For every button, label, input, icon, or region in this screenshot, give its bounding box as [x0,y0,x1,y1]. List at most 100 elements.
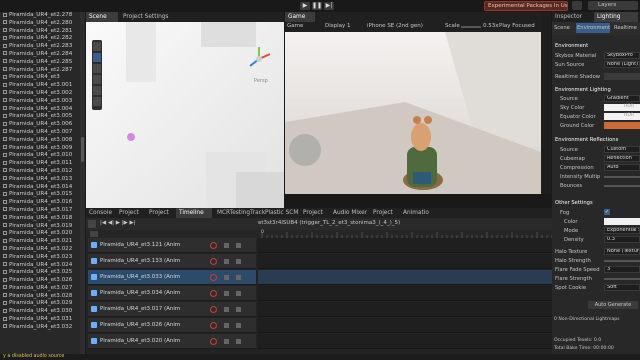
hierarchy-item[interactable]: Piramida_UR4_et2.280 [0,20,85,28]
fog-color-swatch[interactable] [604,218,640,225]
source-dropdown[interactable]: Gradient [604,95,640,102]
hierarchy-item[interactable]: Piramida_UR4_et3.005 [0,113,85,121]
bottom-tab[interactable]: Timeline [176,208,212,218]
hierarchy-item[interactable]: Piramida_UR4_et3.027 [0,285,85,293]
record-icon[interactable] [210,306,217,313]
lock-icon[interactable] [224,323,229,328]
hierarchy-item[interactable]: Piramida_UR4_et3.012 [0,168,85,176]
halo-texture-field[interactable]: None (Textur [604,248,640,255]
bottom-tab[interactable]: Project [300,208,328,218]
hierarchy-item[interactable]: Piramida_UR4_et3.016 [0,199,85,207]
hierarchy-item[interactable]: Piramida_UR4_et3.010 [0,152,85,160]
track-lane[interactable] [258,318,552,333]
lock-icon[interactable] [224,243,229,248]
record-icon[interactable] [210,258,217,265]
hierarchy-item[interactable]: Piramida_UR4_et2.284 [0,51,85,59]
hierarchy-item[interactable]: Piramida_UR4_et3.022 [0,246,85,254]
hierarchy-item[interactable]: Piramida_UR4_et3.014 [0,184,85,192]
refl-source-dropdown[interactable]: Custom [604,146,640,153]
record-icon[interactable] [210,274,217,281]
intensity-slider[interactable] [604,176,640,178]
hierarchy-item[interactable]: Piramida_UR4_et3.009 [0,145,85,153]
hierarchy-item[interactable]: Piramida_UR4_et3.032 [0,324,85,332]
track-header[interactable]: Piramida_UR4_et3.133 (Anim [88,254,256,269]
scale-tool-icon[interactable] [93,75,101,84]
timeline-ruler[interactable] [258,230,552,238]
tab-lighting[interactable]: Lighting [594,12,638,22]
lock-icon[interactable] [224,275,229,280]
track-header[interactable]: Piramida_UR4_et3.034 (Anim [88,286,256,301]
persp-label[interactable]: Persp [254,78,268,84]
bottom-tab[interactable]: MCRTestingTrack [214,208,265,218]
transform-tool-icon[interactable] [93,97,101,106]
mute-icon[interactable] [236,243,241,248]
bottom-tab[interactable]: Audio Mixer [330,208,368,218]
timeline-track[interactable]: Piramida_UR4_et3.133 (Anim [86,254,552,270]
hierarchy-item[interactable]: Piramida_UR4_et3.028 [0,293,85,301]
hierarchy-item[interactable]: Piramida_UR4_et3.026 [0,277,85,285]
spot-cookie-field[interactable]: Soft [604,284,640,291]
record-icon[interactable] [210,338,217,345]
track-lane[interactable] [258,270,552,285]
axis-gizmo-icon[interactable] [244,44,274,74]
track-lane[interactable] [258,286,552,301]
go-to-end-icon[interactable]: ▶| [130,220,136,226]
record-icon[interactable] [210,290,217,297]
pause-button[interactable]: ❚❚ [312,2,322,10]
play-button[interactable]: ▶ [300,2,310,10]
hierarchy-item[interactable]: Piramida_UR4_et2.282 [0,35,85,43]
track-header[interactable]: Piramida_UR4_et3.033 (Anim [88,270,256,285]
hierarchy-item[interactable]: Piramida_UR4_et3.011 [0,160,85,168]
fog-mode-dropdown[interactable]: Exponential S [604,227,640,234]
bounces-slider[interactable] [604,185,640,187]
hierarchy-item[interactable]: Piramida_UR4_et3.002 [0,90,85,98]
bottom-tab[interactable]: Animatio [400,208,430,218]
hierarchy-item[interactable]: Piramida_UR4_et2.281 [0,28,85,36]
resolution-selector[interactable]: iPhone SE (2nd gen) [367,23,423,29]
timeline-track[interactable]: Piramida_UR4_et3.034 (Anim [86,286,552,302]
step-button[interactable]: ▶| [324,2,334,10]
hierarchy-item[interactable]: Piramida_UR4_et3.013 [0,176,85,184]
flare-strength-slider[interactable] [604,278,640,280]
track-header[interactable]: Piramida_UR4_et3.026 (Anim [88,318,256,333]
bottom-tab[interactable]: Plastic SCM [262,208,298,218]
experimental-packages-badge[interactable]: Experimental Packages In Use [484,1,568,11]
hierarchy-item[interactable]: Piramida_UR4_et2.283 [0,43,85,51]
hierarchy-item[interactable]: Piramida_UR4_et2.285 [0,59,85,67]
hierarchy-item[interactable]: Piramida_UR4_et3.019 [0,223,85,231]
preview-icon[interactable] [88,220,96,228]
ground-color-swatch[interactable] [604,122,640,129]
timeline-track[interactable]: Piramida_UR4_et3.020 (Anim [86,334,552,350]
bottom-tab[interactable]: Console [86,208,114,218]
tab-scene[interactable]: Scene [86,12,118,22]
hierarchy-item[interactable]: Piramida_UR4_et3.031 [0,316,85,324]
bottom-tab[interactable]: Project [116,208,144,218]
timeline-track[interactable]: Piramida_UR4_et3.033 (Anim [86,270,552,286]
mute-icon[interactable] [236,259,241,264]
status-bar[interactable]: y a disabled audio source [0,354,640,360]
hierarchy-scrollbar[interactable] [80,12,85,354]
next-frame-icon[interactable]: |▶ [122,220,130,226]
compression-dropdown[interactable]: Auto [604,164,640,171]
subtab-realtime[interactable]: Realtime [614,25,637,31]
record-icon[interactable] [210,242,217,249]
game-view[interactable] [285,32,541,194]
lock-icon[interactable] [224,291,229,296]
track-lane[interactable] [258,302,552,317]
hierarchy-item[interactable]: Piramida_UR4_et2.278 [0,12,85,20]
hierarchy-item[interactable]: Piramida_UR4_et3.029 [0,300,85,308]
hierarchy-item[interactable]: Piramida_UR4_et3.020 [0,230,85,238]
halo-strength-slider[interactable] [604,260,640,262]
track-lane[interactable] [258,334,552,349]
hierarchy-item[interactable]: Piramida_UR4_et3.021 [0,238,85,246]
flare-fade-field[interactable]: 3 [604,266,640,273]
cubemap-field[interactable]: Reflection [604,155,640,162]
track-header[interactable]: Piramida_UR4_et3.020 (Anim [88,334,256,349]
game-display-dropdown[interactable]: Game [287,23,303,29]
tab-game[interactable]: Game [285,12,315,22]
hierarchy-item[interactable]: Piramida_UR4_et3.025 [0,269,85,277]
hierarchy-item[interactable]: Piramida_UR4_et3.006 [0,121,85,129]
prev-frame-icon[interactable]: ◀| [108,220,116,226]
hierarchy-item[interactable]: Piramida_UR4_et3.017 [0,207,85,215]
go-to-start-icon[interactable]: |◀ [100,220,108,226]
